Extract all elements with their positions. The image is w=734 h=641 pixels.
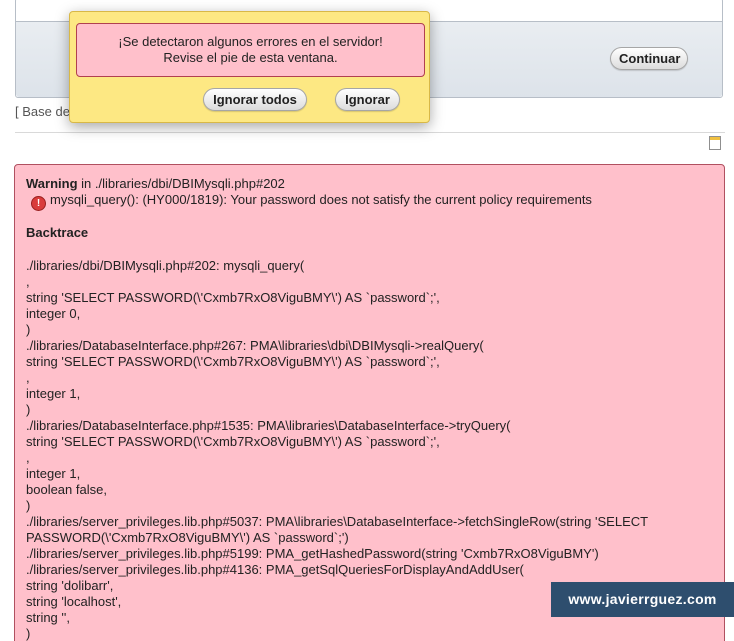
document-icon[interactable] — [709, 136, 721, 150]
backtrace-line: string '', — [26, 610, 70, 625]
backtrace-line: ./libraries/dbi/DBIMysqli.php#202: mysql… — [26, 258, 305, 273]
backtrace-line: ) — [26, 322, 31, 337]
backtrace-line: , — [26, 370, 30, 385]
warning-location: in ./libraries/dbi/DBIMysqli.php#202 — [77, 176, 285, 191]
backtrace-title: Backtrace — [26, 225, 89, 240]
backtrace-line: ./libraries/server_privileges.lib.php#51… — [26, 546, 599, 561]
backtrace-line: ) — [26, 498, 31, 513]
backtrace-line: integer 0, — [26, 306, 81, 321]
backtrace-line: integer 1, — [26, 386, 81, 401]
backtrace-line: ./libraries/DatabaseInterface.php#1535: … — [26, 418, 511, 433]
warning-message-line: ! mysqli_query(): (HY000/1819): Your pass… — [26, 192, 592, 211]
error-popup: ¡Se detectaron algunos errores en el ser… — [69, 11, 430, 123]
ignore-all-button[interactable]: Ignorar todos — [203, 88, 307, 111]
divider — [15, 132, 725, 133]
ignore-button[interactable]: Ignorar — [335, 88, 400, 111]
popup-message-line1: ¡Se detectaron algunos errores en el ser… — [118, 34, 383, 49]
warning-label: Warning — [26, 176, 78, 191]
backtrace-line: string 'localhost', — [26, 594, 122, 609]
backtrace-line: ) — [26, 402, 31, 417]
backtrace-line: , — [26, 274, 30, 289]
backtrace-line: PASSWORD(\'Cxmb7RxO8ViguBMY\') AS `passw… — [26, 530, 349, 545]
backtrace-line: string 'SELECT PASSWORD(\'Cxmb7RxO8ViguB… — [26, 354, 440, 369]
watermark: www.javierrguez.com — [551, 582, 734, 617]
continue-button[interactable]: Continuar — [610, 47, 688, 70]
backtrace-line: , — [26, 450, 30, 465]
backtrace-line: string 'dolibarr', — [26, 578, 114, 593]
backtrace-line: ./libraries/DatabaseInterface.php#267: P… — [26, 338, 484, 353]
warning-line: Warning in ./libraries/dbi/DBIMysqli.php… — [26, 176, 285, 192]
base-text: [ Base de — [15, 104, 70, 119]
error-icon: ! — [31, 196, 46, 211]
backtrace-line: string 'SELECT PASSWORD(\'Cxmb7RxO8ViguB… — [26, 434, 440, 449]
backtrace-line: ./libraries/server_privileges.lib.php#50… — [26, 514, 649, 529]
backtrace-line: ) — [26, 626, 31, 641]
popup-message-line2: Revise el pie de esta ventana. — [163, 50, 338, 65]
backtrace-line: string 'SELECT PASSWORD(\'Cxmb7RxO8ViguB… — [26, 290, 440, 305]
backtrace-line: ./libraries/server_privileges.lib.php#41… — [26, 562, 524, 577]
page: Continuar [ Base de ¡Se detectaron algun… — [0, 0, 734, 641]
popup-message: ¡Se detectaron algunos errores en el ser… — [76, 23, 425, 77]
backtrace-line: integer 1, — [26, 466, 81, 481]
warning-message: mysqli_query(): (HY000/1819): Your passw… — [50, 192, 592, 207]
error-box: Warning in ./libraries/dbi/DBIMysqli.php… — [14, 164, 725, 641]
backtrace-line: boolean false, — [26, 482, 107, 497]
